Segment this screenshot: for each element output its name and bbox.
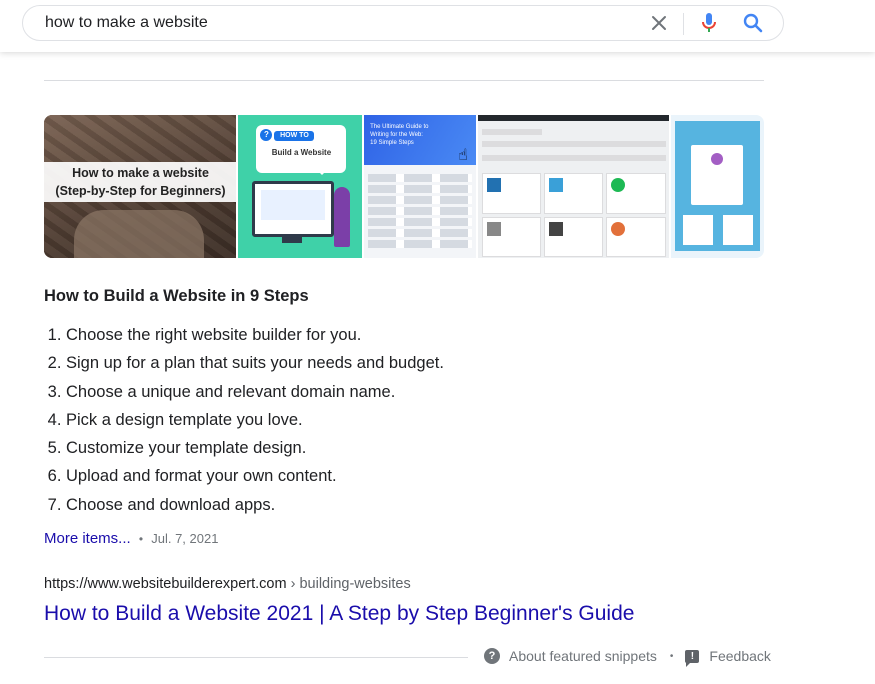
search-input[interactable] [45,6,605,40]
more-items-row: More items... • Jul. 7, 2021 [44,530,218,547]
more-items-link[interactable]: More items... [44,530,131,547]
search-box [22,5,784,41]
about-featured-snippets-button[interactable]: ? About featured snippets [484,648,657,664]
thumbnail-text: Build a Website [271,148,332,157]
search-box-divider [683,13,684,35]
result-domain: https://www.websitebuilderexpert.com [44,576,287,592]
result-title-link[interactable]: How to Build a Website 2021 | A Step by … [44,602,634,626]
thumbnail-rows [368,171,473,251]
list-item: Upload and format your own content. [66,462,444,490]
help-icon: ? [484,648,500,664]
list-item: Choose and download apps. [66,491,444,519]
footer-divider [44,657,468,658]
feedback-icon: ! [685,649,700,667]
snippet-title: How to Build a Website in 9 Steps [44,287,309,305]
voice-search-button[interactable] [697,6,721,40]
thumbnail-caption: How to make a website (Step-by-Step for … [44,162,237,202]
list-item: Sign up for a plan that suits your needs… [66,349,444,377]
thumbnail-tile [683,215,714,245]
thumbnail-banner-text: The Ultimate Guide to Writing for the We… [370,124,429,146]
thumbnail-line [481,155,666,161]
separator-dot: • [138,532,144,546]
person-illustration [334,187,351,247]
result-url: https://www.websitebuilderexpert.com › b… [44,576,411,592]
thumbnail-decoration [74,210,204,258]
microphone-icon [702,13,716,32]
list-item: Pick a design template you love. [66,406,444,434]
clear-search-button[interactable] [647,6,671,40]
image-thumbnail-4[interactable] [477,115,670,258]
image-thumbnail-3[interactable]: The Ultimate Guide to Writing for the We… [364,115,476,258]
separator-dot: • [669,650,674,662]
monitor-stand [282,235,303,243]
image-thumbnail-1[interactable]: How to make a website (Step-by-Step for … [44,115,237,258]
close-icon [652,16,666,30]
feedback-button[interactable]: ! Feedback [685,648,771,667]
thumbnail-caption-line2: (Step-by-Step for Beginners) [55,184,226,198]
about-featured-snippets-label: About featured snippets [509,648,657,664]
how-to-badge: HOW TO [274,131,315,141]
monitor-illustration [252,181,335,237]
search-button[interactable] [741,6,765,40]
image-carousel: How to make a website (Step-by-Step for … [44,115,764,258]
list-item: Choose the right website builder for you… [66,321,444,349]
list-item: Customize your template design. [66,434,444,462]
snippet-footer: ? About featured snippets • ! Feedback [484,648,771,667]
thumbnail-tile [723,215,754,245]
thumbnail-line [481,141,666,147]
list-item: Choose a unique and relevant domain name… [66,378,444,406]
thumbnail-line [481,129,542,135]
steps-list: Choose the right website builder for you… [44,321,444,519]
thumbnail-caption-line1: How to make a website [72,166,209,180]
feedback-label: Feedback [709,648,771,664]
result-breadcrumb: › building-websites [286,576,411,592]
plugin-grid [481,173,666,257]
search-header [0,0,875,52]
thumbnail-topbar [477,115,670,121]
hand-cursor-icon: ☝ [458,147,468,164]
snippet-date: Jul. 7, 2021 [151,531,219,546]
image-thumbnail-5[interactable] [671,115,764,258]
search-icon [743,13,763,33]
section-divider [44,80,764,81]
image-thumbnail-2[interactable]: ? HOW TO Build a Website [238,115,363,258]
